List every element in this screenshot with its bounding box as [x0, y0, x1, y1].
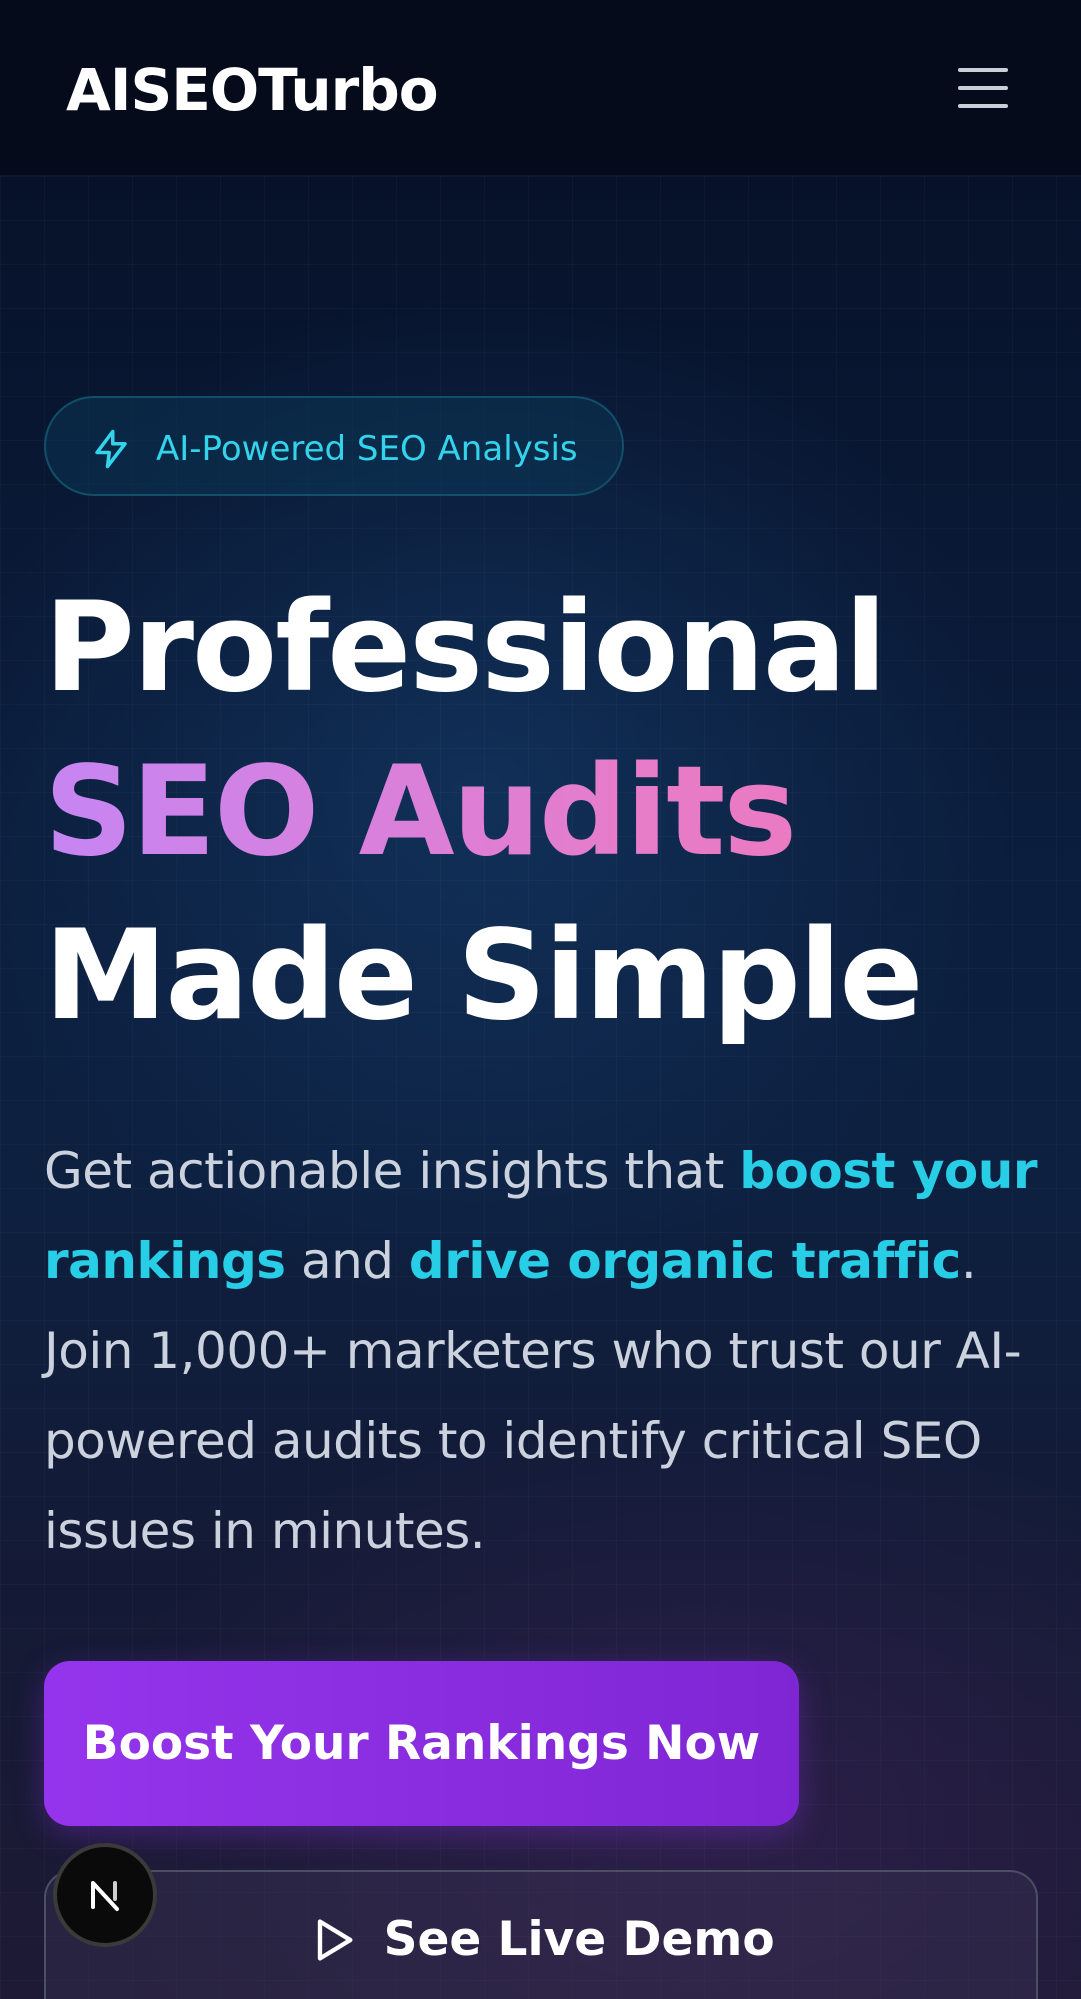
description-text: Get actionable insights that — [44, 1142, 740, 1200]
feature-badge: AI-Powered SEO Analysis — [44, 396, 624, 496]
boost-rankings-button[interactable]: Boost Your Rankings Now — [44, 1661, 799, 1826]
headline-line-3: Made Simple — [44, 904, 923, 1048]
lightning-bolt-icon — [95, 429, 127, 469]
see-live-demo-button[interactable]: See Live Demo — [44, 1870, 1038, 1999]
demo-button-label: See Live Demo — [383, 1912, 775, 1967]
description-highlight-traffic: drive organic traffic — [408, 1232, 961, 1290]
brand-logo[interactable]: AISEOTurbo — [66, 52, 439, 128]
description-text: and — [285, 1232, 409, 1290]
play-icon — [318, 1919, 353, 1961]
nextjs-logo-icon[interactable] — [53, 1843, 157, 1947]
hero-headline: Professional SEO Audits Made Simple — [44, 566, 1044, 1058]
site-header: AISEOTurbo — [0, 0, 1081, 176]
headline-line-1: Professional — [44, 576, 887, 720]
headline-line-2-highlight: SEO Audits — [44, 730, 1044, 894]
hero-section: AI-Powered SEO Analysis Professional SEO… — [0, 176, 1081, 1999]
hamburger-menu-icon[interactable] — [948, 58, 1018, 118]
hero-description: Get actionable insights that boost your … — [44, 1126, 1044, 1576]
badge-label: AI-Powered SEO Analysis — [156, 429, 578, 469]
demo-button-content: See Live Demo — [46, 1912, 1036, 1968]
